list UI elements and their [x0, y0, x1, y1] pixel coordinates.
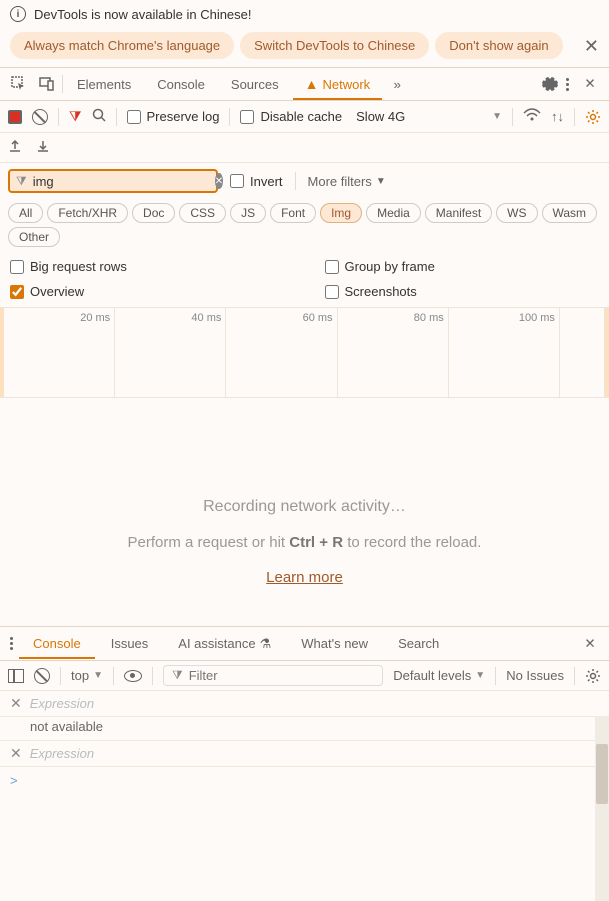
more-tabs-button[interactable]: »	[384, 71, 410, 97]
timeline-tick: 100 ms	[519, 312, 555, 324]
timeline[interactable]: 20 ms 40 ms 60 ms 80 ms 100 ms	[0, 308, 609, 398]
remove-expression-button[interactable]: ✕	[10, 695, 22, 712]
type-chip-ws[interactable]: WS	[496, 203, 537, 223]
scrollbar-thumb[interactable]	[596, 744, 608, 804]
expression-placeholder[interactable]: Expression	[30, 746, 94, 761]
settings-icon[interactable]	[542, 76, 558, 92]
timeline-tick: 80 ms	[414, 312, 444, 324]
console-filter-input[interactable]	[189, 668, 375, 683]
disable-cache-checkbox[interactable]: Disable cache	[240, 109, 342, 124]
console-prompt[interactable]: >	[0, 767, 609, 794]
switch-chinese-button[interactable]: Switch DevTools to Chinese	[240, 32, 429, 59]
close-drawer-button[interactable]: ✕	[577, 631, 603, 657]
timeline-tick: 20 ms	[80, 312, 110, 324]
tab-console[interactable]: Console	[145, 69, 217, 100]
type-chip-all[interactable]: All	[8, 203, 43, 223]
empty-subtitle: Perform a request or hit Ctrl + R to rec…	[20, 534, 589, 551]
invert-checkbox[interactable]: Invert	[230, 174, 283, 189]
kebab-menu-icon[interactable]	[562, 74, 573, 95]
close-devtools-button[interactable]: ✕	[577, 71, 603, 97]
live-expression-icon[interactable]	[124, 670, 142, 682]
timeline-tick: 40 ms	[191, 312, 221, 324]
match-language-button[interactable]: Always match Chrome's language	[10, 32, 234, 59]
no-issues-button[interactable]: No Issues	[506, 668, 564, 683]
warning-icon: ▲	[305, 76, 319, 92]
clear-console-button[interactable]	[34, 668, 50, 684]
type-chip-fetch-xhr[interactable]: Fetch/XHR	[47, 203, 128, 223]
upload-arrows-icon[interactable]: ↑↓	[551, 109, 564, 124]
type-chip-doc[interactable]: Doc	[132, 203, 175, 223]
context-select[interactable]: top▼	[71, 668, 103, 683]
network-settings-icon[interactable]	[585, 109, 601, 125]
type-chip-js[interactable]: JS	[230, 203, 266, 223]
type-chip-manifest[interactable]: Manifest	[425, 203, 492, 223]
funnel-icon: ⧩	[172, 668, 183, 683]
expression-placeholder[interactable]: Expression	[30, 696, 94, 711]
throttle-dropdown-icon[interactable]: ▼	[492, 111, 502, 122]
info-icon: i	[10, 6, 26, 22]
export-har-icon[interactable]	[8, 139, 22, 156]
filter-input-wrap: ⧩ ✕	[8, 169, 218, 193]
console-settings-icon[interactable]	[585, 668, 601, 684]
type-filters: AllFetch/XHRDocCSSJSFontImgMediaManifest…	[0, 199, 609, 251]
infobar-text: DevTools is now available in Chinese!	[34, 7, 252, 22]
screenshots-checkbox[interactable]: Screenshots	[325, 284, 600, 299]
funnel-icon: ⧩	[16, 174, 27, 189]
big-rows-checkbox[interactable]: Big request rows	[10, 259, 285, 274]
inspect-icon[interactable]	[6, 71, 32, 97]
wifi-icon[interactable]	[523, 108, 541, 125]
group-frame-checkbox[interactable]: Group by frame	[325, 259, 600, 274]
drawer-tab-ai[interactable]: AI assistance⚗	[164, 628, 285, 660]
tab-network[interactable]: ▲Network	[293, 68, 383, 100]
type-chip-font[interactable]: Font	[270, 203, 316, 223]
drawer-tab-search[interactable]: Search	[384, 628, 453, 659]
type-chip-media[interactable]: Media	[366, 203, 421, 223]
record-button[interactable]	[8, 110, 22, 124]
drawer-tab-issues[interactable]: Issues	[97, 628, 163, 659]
type-chip-css[interactable]: CSS	[179, 203, 226, 223]
expression-value: not available	[0, 717, 609, 741]
sidebar-toggle-icon[interactable]	[8, 669, 24, 683]
import-har-icon[interactable]	[36, 139, 50, 156]
throttling-select[interactable]: Slow 4G	[352, 107, 373, 126]
scrollbar[interactable]	[595, 716, 609, 901]
search-icon[interactable]	[92, 108, 106, 125]
timeline-tick: 60 ms	[303, 312, 333, 324]
drawer-tab-console[interactable]: Console	[19, 628, 95, 659]
type-chip-other[interactable]: Other	[8, 227, 60, 247]
flask-icon: ⚗	[260, 636, 272, 652]
clear-button[interactable]	[32, 109, 48, 125]
empty-title: Recording network activity…	[20, 498, 589, 516]
console-filter-wrap: ⧩	[163, 665, 383, 686]
preserve-log-checkbox[interactable]: Preserve log	[127, 109, 220, 124]
drawer-tab-whatsnew[interactable]: What's new	[287, 628, 382, 659]
drawer-menu-icon[interactable]	[6, 633, 17, 654]
device-toggle-icon[interactable]	[34, 71, 60, 97]
close-infobar-button[interactable]: ✕	[584, 36, 599, 57]
filter-input[interactable]	[33, 174, 209, 189]
type-chip-img[interactable]: Img	[320, 203, 362, 223]
clear-filter-button[interactable]: ✕	[215, 173, 223, 189]
remove-expression-button[interactable]: ✕	[10, 745, 22, 762]
filter-toggle-icon[interactable]: ⧩	[69, 108, 82, 125]
tab-sources[interactable]: Sources	[219, 69, 291, 100]
tab-elements[interactable]: Elements	[65, 69, 143, 100]
dont-show-button[interactable]: Don't show again	[435, 32, 562, 59]
type-chip-wasm[interactable]: Wasm	[542, 203, 598, 223]
overview-checkbox[interactable]: Overview	[10, 284, 285, 299]
log-levels-select[interactable]: Default levels▼	[393, 668, 485, 683]
learn-more-link[interactable]: Learn more	[266, 569, 343, 586]
more-filters-dropdown[interactable]: More filters▼	[308, 174, 386, 189]
